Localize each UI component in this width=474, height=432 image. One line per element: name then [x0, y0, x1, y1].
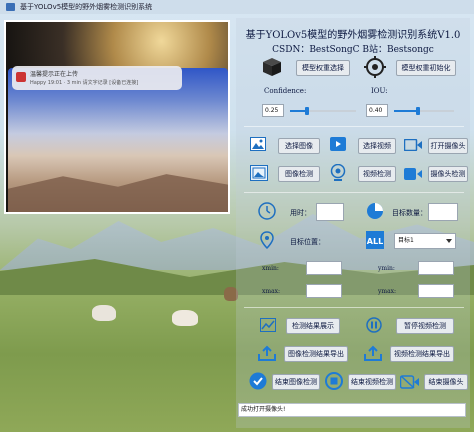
target-select-value: 目标1	[398, 237, 414, 244]
cow-image	[172, 310, 198, 326]
ymin-label: ymin:	[378, 265, 395, 272]
end-image-detect-button[interactable]: 结束图像检测	[272, 374, 320, 390]
divider	[244, 126, 464, 127]
camera-off-icon	[400, 375, 419, 389]
pause-icon	[366, 317, 382, 333]
chevron-down-icon	[446, 239, 452, 243]
iou-slider-fill	[394, 110, 418, 112]
all-icon: ALL	[366, 231, 384, 249]
iou-slider-handle[interactable]	[416, 107, 420, 115]
export-video-icon	[364, 345, 382, 361]
control-panel	[236, 18, 470, 428]
select-video-button[interactable]: 选择视频	[358, 138, 396, 154]
window-title: 基于YOLOv5模型的野外烟雾检测识别系统	[20, 3, 153, 11]
stop-icon	[325, 372, 343, 390]
show-results-button[interactable]: 检测结果展示	[286, 318, 340, 334]
model-weight-select-button[interactable]: 模型权重选择	[296, 60, 350, 76]
webcam-icon	[330, 164, 346, 181]
notification-title: 温馨提示正在上传	[30, 71, 79, 78]
confidence-slider-handle[interactable]	[304, 107, 309, 115]
notification-text: Happy 19:01 · 3 min 请文字记录 [设备已连接]	[30, 80, 139, 86]
iou-spinbox[interactable]: 0.40	[366, 104, 388, 117]
camera-icon	[404, 139, 422, 151]
export-image-icon	[258, 345, 276, 361]
watermark: 知乎 @R.M7012	[334, 404, 419, 417]
open-camera-button[interactable]: 打开摄像头	[428, 138, 468, 154]
target-icon	[364, 56, 386, 78]
confidence-label: Confidence:	[264, 87, 307, 95]
notification-app-icon	[16, 72, 26, 82]
image-detect-button[interactable]: 图像检测	[278, 166, 320, 182]
divider	[244, 307, 464, 308]
end-video-detect-button[interactable]: 结束视频检测	[348, 374, 396, 390]
time-field	[316, 203, 344, 221]
xmin-label: xmin:	[262, 265, 279, 272]
target-count-label: 目标数量：	[392, 209, 427, 217]
end-camera-button[interactable]: 结束摄像头	[424, 374, 468, 390]
iou-label: IOU:	[371, 87, 388, 95]
location-pin-icon	[260, 231, 274, 249]
target-position-label: 目标位置：	[290, 238, 325, 246]
model-weight-init-button[interactable]: 模型权重初始化	[396, 60, 456, 76]
cow-image	[92, 305, 116, 321]
check-circle-icon	[249, 372, 267, 390]
xmin-field	[306, 261, 342, 275]
image-detect-icon	[250, 165, 268, 181]
target-count-field	[428, 203, 458, 221]
video-detect-button[interactable]: 视频检测	[358, 166, 396, 182]
export-video-results-button[interactable]: 视频检测结果导出	[390, 346, 454, 362]
cube-icon	[263, 58, 281, 76]
author-info: CSDN：BestSongC B站：Bestsongc	[272, 45, 434, 55]
target-select-dropdown[interactable]: 目标1	[394, 233, 456, 249]
svg-text:ALL: ALL	[367, 237, 383, 246]
video-play-icon	[330, 137, 346, 151]
confidence-spinbox[interactable]: 0.25	[262, 104, 284, 117]
iou-slider[interactable]	[394, 107, 454, 115]
window-titlebar: 基于YOLOv5模型的野外烟雾检测识别系统	[0, 0, 474, 14]
xmax-label: xmax:	[262, 288, 281, 295]
divider	[244, 192, 464, 193]
app-title: 基于YOLOv5模型的野外烟雾检测识别系统V1.0	[245, 30, 461, 41]
app-icon	[6, 3, 15, 11]
phone-notification: 温馨提示正在上传 Happy 19:01 · 3 min 请文字记录 [设备已连…	[12, 66, 182, 90]
video-display: 温馨提示正在上传 Happy 19:01 · 3 min 请文字记录 [设备已连…	[4, 20, 230, 214]
export-image-results-button[interactable]: 图像检测结果导出	[284, 346, 348, 362]
clock-icon	[258, 202, 276, 220]
ymax-label: ymax:	[378, 288, 397, 295]
camera-detect-button[interactable]: 摄像头检测	[428, 166, 468, 182]
pie-chart-icon	[367, 203, 383, 219]
confidence-slider[interactable]	[290, 107, 356, 115]
xmax-field	[306, 284, 342, 298]
image-icon	[250, 137, 266, 151]
select-image-button[interactable]: 选择图像	[278, 138, 320, 154]
video-camera-icon	[404, 168, 422, 180]
pause-video-detect-button[interactable]: 暂停视频检测	[396, 318, 454, 334]
time-label: 用时：	[290, 209, 311, 217]
ymax-field	[418, 284, 454, 298]
ymin-field	[418, 261, 454, 275]
line-chart-icon	[260, 318, 276, 332]
